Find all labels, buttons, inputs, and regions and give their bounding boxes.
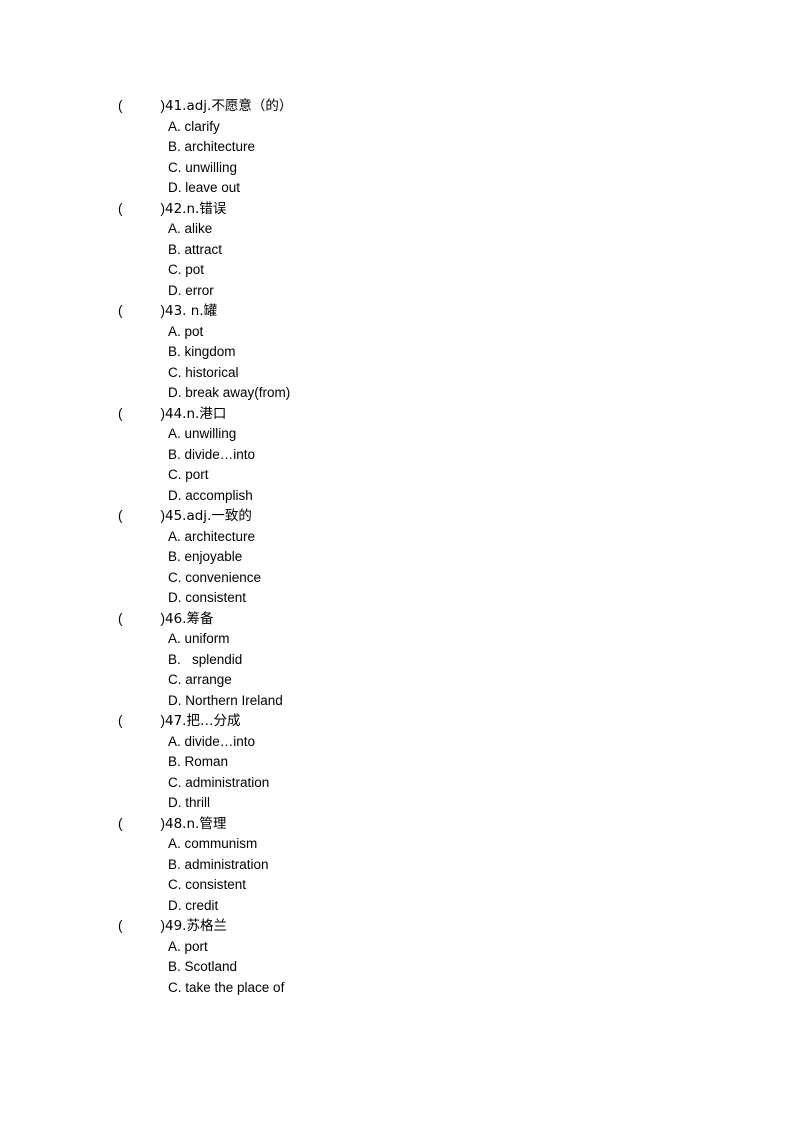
question-stem-text: 49.苏格兰: [165, 918, 227, 934]
answer-option[interactable]: B. divide…into: [118, 445, 704, 466]
question-stem-text: 44.n.港口: [165, 405, 227, 422]
question-block: ()48.n.管理 A. communism B. administration C.…: [118, 814, 704, 917]
question-block: ()42.n.错误 A. alike B. attract C. pot D. erro…: [118, 199, 704, 302]
question-block: ()41.adj.不愿意（的） A. clarify B. architecture…: [118, 96, 704, 199]
question-stem: ()44.n.港口: [118, 404, 704, 425]
answer-option[interactable]: D. credit: [118, 896, 704, 917]
answer-option[interactable]: D. leave out: [118, 178, 704, 199]
answer-bracket-open: (: [118, 918, 123, 933]
answer-option[interactable]: A. divide…into: [118, 732, 704, 753]
question-stem: ()45.adj.一致的: [118, 506, 704, 527]
answer-option[interactable]: B. architecture: [118, 137, 704, 158]
question-block: ()43. n.罐 A. pot B. kingdom C. historical D.…: [118, 301, 704, 404]
question-stem: ()42.n.错误: [118, 199, 704, 220]
answer-option[interactable]: D. accomplish: [118, 486, 704, 507]
answer-option[interactable]: C. administration: [118, 773, 704, 794]
answer-bracket-open: (: [118, 508, 123, 523]
answer-option[interactable]: B. enjoyable: [118, 547, 704, 568]
answer-option[interactable]: A. alike: [118, 219, 704, 240]
answer-bracket-open: (: [118, 98, 123, 113]
answer-option[interactable]: B. attract: [118, 240, 704, 261]
question-stem: ()43. n.罐: [118, 301, 704, 322]
question-stem-text: 46.筹备: [165, 610, 214, 627]
question-stem: ()49.苏格兰: [118, 916, 704, 937]
question-stem-text: 48.n.管理: [165, 815, 227, 832]
answer-option[interactable]: B. administration: [118, 855, 704, 876]
answer-option[interactable]: A. port: [118, 937, 704, 958]
answer-option[interactable]: A. uniform: [118, 629, 704, 650]
answer-option[interactable]: B. Roman: [118, 752, 704, 773]
answer-option[interactable]: C. convenience: [118, 568, 704, 589]
answer-option[interactable]: B. kingdom: [118, 342, 704, 363]
answer-bracket-open: (: [118, 303, 123, 318]
answer-option[interactable]: A. communism: [118, 834, 704, 855]
worksheet-page: ()41.adj.不愿意（的） A. clarify B. architecture…: [0, 0, 794, 1123]
answer-option[interactable]: C. unwilling: [118, 158, 704, 179]
question-stem: ()41.adj.不愿意（的）: [118, 96, 704, 117]
question-stem-text: 45.adj.一致的: [165, 508, 252, 524]
answer-option[interactable]: D. error: [118, 281, 704, 302]
answer-option[interactable]: A. architecture: [118, 527, 704, 548]
answer-bracket-open: (: [118, 713, 123, 728]
answer-option[interactable]: D. consistent: [118, 588, 704, 609]
question-list: ()41.adj.不愿意（的） A. clarify B. architecture…: [118, 96, 704, 998]
answer-option[interactable]: C. pot: [118, 260, 704, 281]
question-block: ()46.筹备 A. uniform B. splendid C. arrange D.…: [118, 609, 704, 712]
answer-option[interactable]: C. consistent: [118, 875, 704, 896]
answer-option[interactable]: C. historical: [118, 363, 704, 384]
answer-bracket-open: (: [118, 610, 123, 626]
answer-option[interactable]: B. splendid: [118, 650, 704, 671]
answer-option[interactable]: A. clarify: [118, 117, 704, 138]
answer-option[interactable]: A. unwilling: [118, 424, 704, 445]
question-stem: ()46.筹备: [118, 609, 704, 630]
question-block: ()45.adj.一致的 A. architecture B. enjoyable C…: [118, 506, 704, 609]
answer-option[interactable]: D. break away(from): [118, 383, 704, 404]
question-block: ()44.n.港口 A. unwilling B. divide…into C. po…: [118, 404, 704, 507]
answer-option[interactable]: C. port: [118, 465, 704, 486]
question-block: ()47.把…分成 A. divide…into B. Roman C. admini…: [118, 711, 704, 814]
question-stem-text: 43. n.罐: [165, 303, 218, 319]
question-stem-text: 41.adj.不愿意（的）: [165, 98, 293, 114]
answer-option[interactable]: C. arrange: [118, 670, 704, 691]
question-stem-text: 42.n.错误: [165, 200, 227, 217]
question-block: ()49.苏格兰 A. port B. Scotland C. take the pl…: [118, 916, 704, 998]
answer-option[interactable]: B. Scotland: [118, 957, 704, 978]
answer-bracket-open: (: [118, 815, 123, 831]
answer-bracket-open: (: [118, 405, 123, 421]
question-stem-text: 47.把…分成: [165, 713, 241, 729]
answer-option[interactable]: D. thrill: [118, 793, 704, 814]
answer-option[interactable]: C. take the place of: [118, 978, 704, 999]
answer-option[interactable]: A. pot: [118, 322, 704, 343]
answer-option[interactable]: D. Northern Ireland: [118, 691, 704, 712]
question-stem: ()48.n.管理: [118, 814, 704, 835]
answer-bracket-open: (: [118, 200, 123, 216]
question-stem: ()47.把…分成: [118, 711, 704, 732]
